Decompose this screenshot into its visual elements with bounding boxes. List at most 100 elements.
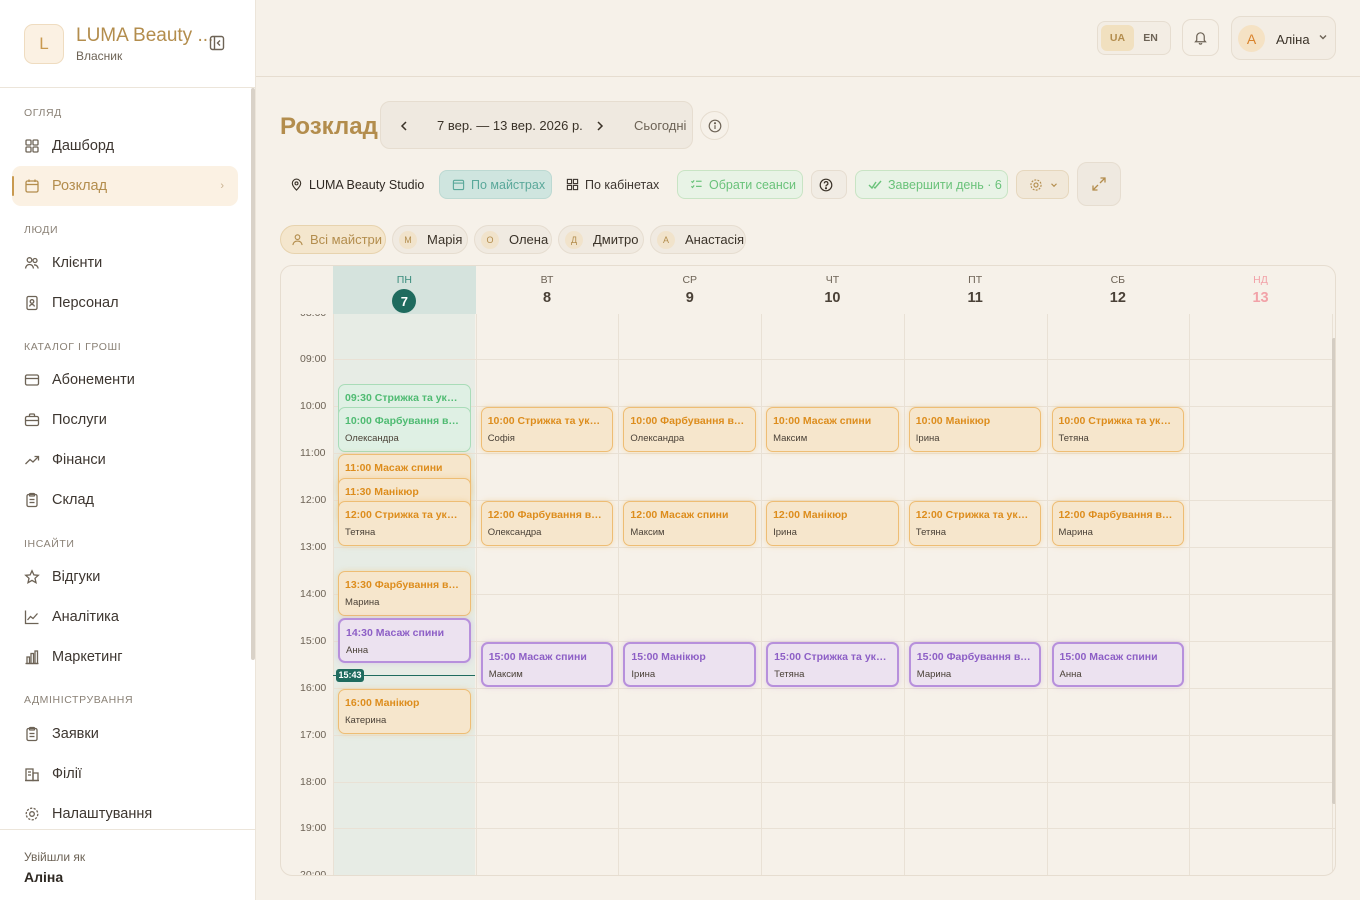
chevron-right-icon[interactable] — [593, 119, 607, 133]
appointment-client: Ірина — [631, 668, 656, 680]
time-label: 11:00 — [300, 447, 326, 460]
appointment-card[interactable]: 15:00 Манікюр Ірина — [623, 641, 757, 687]
appointment-card[interactable]: 10:00 Манікюр Ірина — [908, 407, 1042, 453]
hour-line — [333, 547, 1335, 548]
sidebar-item-reviews[interactable]: Відгуки — [12, 557, 238, 597]
gear-icon — [25, 807, 39, 821]
appointment-card[interactable]: 12:00 Фарбування воло... Марина — [1051, 501, 1185, 546]
collapse-sidebar-icon[interactable] — [209, 35, 225, 51]
appointment-card[interactable]: 10:00 Стрижка та укладка Софія — [480, 407, 614, 453]
hour-line — [333, 781, 1335, 783]
day-header[interactable]: НД 13 — [1189, 266, 1332, 314]
time-label: 10:00 — [300, 400, 327, 413]
appointment-card[interactable]: 13:30 Фарбування воло... Марина — [338, 571, 471, 617]
appointment-card[interactable]: 12:00 Стрижка та укладка Тетяна — [338, 501, 471, 546]
chevron-down-icon — [1051, 182, 1057, 187]
select-sessions-button[interactable]: Обрати сеанси — [677, 170, 803, 199]
sidebar-item-subscriptions[interactable]: Абонементи — [12, 360, 238, 400]
sidebar-item-finance[interactable]: Фінанси — [12, 440, 238, 480]
info-button[interactable] — [700, 111, 729, 140]
column-divider — [1046, 314, 1048, 875]
appointment-card[interactable]: 14:30 Масаж спини Анна — [338, 618, 471, 664]
appointment-card[interactable]: 15:00 Стрижка та укладка Тетяна — [766, 641, 899, 687]
help-button[interactable] — [811, 170, 847, 199]
time-label: 09:00 — [300, 353, 327, 366]
sidebar-item-staff[interactable]: Персонал — [12, 283, 238, 323]
lang-ua-button[interactable]: UA — [1101, 25, 1134, 51]
view-by-masters-tab[interactable]: По майстрах — [439, 170, 552, 199]
appointment-card[interactable]: 12:00 Стрижка та укладка Тетяна — [908, 501, 1042, 546]
fullscreen-button[interactable] — [1077, 162, 1121, 206]
sidebar-item-branches[interactable]: Філії — [12, 754, 238, 794]
appointment-title: 16:00 Манікюр — [345, 696, 420, 709]
select-sessions-label: Обрати сеанси — [709, 177, 796, 192]
calendar-settings-button[interactable] — [1016, 170, 1069, 199]
day-header[interactable]: ВТ 8 — [476, 266, 619, 314]
hour-line — [333, 875, 1336, 876]
sidebar-item-warehouse[interactable]: Склад — [12, 480, 238, 520]
finish-day-label: Завершити день · 6 — [888, 177, 1002, 192]
appointment-card[interactable]: 15:00 Фарбування воло... Марина — [908, 641, 1042, 687]
sidebar-item-analytics[interactable]: Аналітика — [12, 597, 238, 637]
appointment-title: 15:00 Манікюр — [631, 650, 706, 663]
sidebar-item-dashboard[interactable]: Дашборд — [12, 126, 238, 166]
chevron-left-icon[interactable] — [397, 119, 411, 133]
time-label: 14:00 — [300, 587, 327, 600]
appointment-card[interactable]: 15:00 Масаж спини Максим — [480, 641, 614, 687]
sidebar-item-services[interactable]: Послуги — [12, 400, 238, 440]
account-menu-button[interactable]: A Аліна — [1231, 16, 1336, 60]
location-selector[interactable]: LUMA Beauty Studio — [280, 170, 426, 199]
appointment-card[interactable]: 15:00 Масаж спини Анна — [1051, 641, 1185, 687]
appointment-title: 10:00 Фарбування воло... — [630, 415, 750, 428]
notifications-button[interactable] — [1182, 19, 1219, 56]
day-header[interactable]: ПТ 11 — [904, 266, 1047, 314]
card-icon — [24, 374, 40, 386]
sidebar-item-schedule[interactable]: Розклад › — [12, 166, 238, 206]
sidebar-scrollbar[interactable] — [251, 88, 255, 660]
sidebar-item-clients[interactable]: Клієнти — [12, 243, 238, 283]
filter-chip-master[interactable]: Д Дмитро — [558, 225, 644, 254]
appointment-card[interactable]: 16:00 Манікюр Катерина — [338, 688, 471, 734]
day-number: 12 — [1109, 290, 1126, 306]
appointment-client: Максим — [630, 527, 665, 539]
brand-name[interactable]: LUMA Beauty ... — [76, 25, 213, 47]
nav-section-title: ОГЛЯД — [24, 107, 62, 119]
hour-line — [333, 687, 1335, 689]
day-header[interactable]: ПН 7 — [333, 266, 476, 314]
lang-en-button[interactable]: EN — [1134, 25, 1167, 51]
filter-chip-master[interactable]: М Марія — [392, 225, 468, 254]
appointment-card[interactable]: 10:00 Фарбування воло... Олександра — [623, 407, 757, 453]
time-label: 20:00 — [300, 869, 327, 876]
filter-chip-master[interactable]: А Анастасія — [650, 225, 746, 254]
appointment-card[interactable]: 10:00 Стрижка та укладка Тетяна — [1051, 407, 1185, 453]
appointment-card[interactable]: 12:00 Масаж спини Максим — [623, 501, 757, 546]
finish-day-button[interactable]: Завершити день · 6 — [855, 170, 1008, 199]
brand-logo[interactable]: L — [24, 24, 64, 64]
appointment-client: Тетяна — [345, 527, 376, 539]
appointment-card[interactable]: 10:00 Фарбування воло... Олександра — [338, 407, 471, 453]
calendar-scrollbar[interactable] — [1332, 338, 1335, 804]
day-header[interactable]: СР 9 — [618, 266, 761, 314]
date-range-label[interactable]: 7 вер. — 13 вер. 2026 р. — [437, 118, 583, 133]
current-user-name: Аліна — [24, 869, 64, 885]
sidebar-item-marketing[interactable]: Маркетинг — [12, 637, 238, 677]
filter-chip-master[interactable]: О Олена — [474, 225, 552, 254]
appointment-client: Марина — [1058, 527, 1093, 539]
appointment-card[interactable]: 10:00 Масаж спини Максим — [766, 407, 899, 453]
appointment-title: 12:00 Масаж спини — [630, 509, 729, 522]
today-button[interactable]: Сьогодні — [634, 118, 686, 133]
sidebar-item-settings[interactable]: Налаштування — [12, 794, 238, 828]
sidebar-item-requests[interactable]: Заявки — [12, 714, 238, 754]
appointment-client: Тетяна — [774, 668, 805, 680]
master-avatar: М — [399, 230, 417, 249]
appointment-card[interactable]: 12:00 Манікюр Ірина — [766, 501, 899, 546]
building-icon — [25, 768, 39, 782]
column-divider — [1189, 314, 1191, 875]
day-of-week: СБ — [1110, 274, 1126, 286]
day-header[interactable]: ЧТ 10 — [761, 266, 904, 314]
appointment-card[interactable]: 12:00 Фарбування воло... Олександра — [480, 501, 614, 546]
filter-chip-all-masters[interactable]: Всі майстри — [280, 225, 386, 254]
grid-icon — [25, 139, 39, 153]
view-by-cabinets-tab[interactable]: По кабінетах — [556, 170, 666, 199]
day-header[interactable]: СБ 12 — [1047, 266, 1190, 314]
